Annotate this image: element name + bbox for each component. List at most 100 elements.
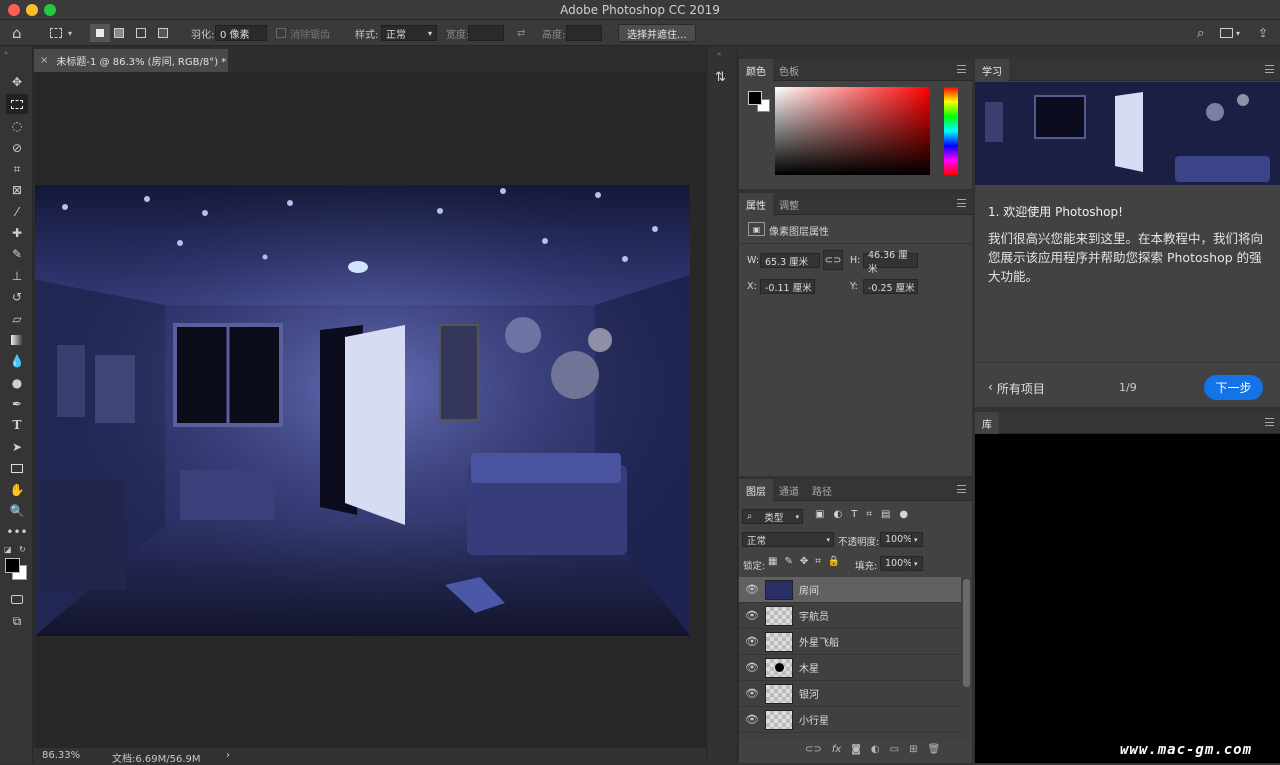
- visibility-eye-icon[interactable]: 👁: [739, 687, 765, 700]
- crop-tool-icon[interactable]: ⌗: [6, 159, 28, 179]
- add-mask-icon[interactable]: ◙: [851, 744, 861, 755]
- workspace-icon[interactable]: ▾: [1220, 24, 1240, 42]
- filter-toggle-icon[interactable]: ●: [899, 509, 908, 520]
- opacity-field[interactable]: 100%: [880, 532, 912, 547]
- history-brush-tool-icon[interactable]: ↺: [6, 287, 28, 307]
- new-layer-icon[interactable]: ⊞: [909, 744, 917, 755]
- quick-selection-tool-icon[interactable]: ⊘: [6, 138, 28, 158]
- type-filter-icon[interactable]: T: [851, 509, 857, 520]
- add-to-selection-icon[interactable]: [114, 24, 124, 42]
- lock-transparent-icon[interactable]: ▦: [768, 556, 777, 567]
- layers-scrollbar[interactable]: [963, 579, 970, 687]
- link-icon[interactable]: ⊂⊃: [823, 250, 843, 270]
- select-and-mask-button[interactable]: 选择并遮住...: [618, 24, 696, 42]
- style-select[interactable]: 正常 ▾: [381, 25, 437, 41]
- trash-icon[interactable]: 🗑: [928, 744, 941, 755]
- lock-artboard-icon[interactable]: ⌗: [815, 556, 821, 567]
- shape-filter-icon[interactable]: ⌗: [866, 509, 872, 520]
- height-field[interactable]: 46.36 厘米: [863, 250, 918, 275]
- next-button[interactable]: 下一步: [1204, 375, 1263, 400]
- layer-row[interactable]: 👁 宇航员: [739, 603, 961, 629]
- layer-row[interactable]: 👁 木星: [739, 655, 961, 681]
- more-tools-icon[interactable]: •••: [6, 522, 28, 542]
- healing-brush-tool-icon[interactable]: ✚: [6, 223, 28, 243]
- link-layers-icon[interactable]: ⊂⊃: [805, 744, 822, 755]
- visibility-eye-icon[interactable]: 👁: [739, 661, 765, 674]
- layer-row[interactable]: 👁 外星飞船: [739, 629, 961, 655]
- y-field[interactable]: -0.25 厘米: [863, 279, 918, 294]
- hue-slider[interactable]: [944, 87, 958, 175]
- document-canvas-image[interactable]: [35, 185, 690, 636]
- foreground-color-swatch[interactable]: [5, 558, 20, 573]
- new-selection-icon[interactable]: [90, 24, 110, 42]
- x-field[interactable]: -0.11 厘米: [760, 279, 815, 294]
- document-tab[interactable]: × 未标题-1 @ 86.3% (房间, RGB/8°) *: [34, 49, 228, 72]
- lasso-tool-icon[interactable]: ◌: [6, 116, 28, 136]
- blend-mode-select[interactable]: 正常 ▾: [742, 532, 834, 547]
- lock-all-icon[interactable]: 🔒: [828, 556, 840, 567]
- marquee-tool-icon[interactable]: [6, 94, 28, 114]
- all-items-link[interactable]: ‹ 所有项目: [988, 380, 1045, 397]
- eyedropper-tool-icon[interactable]: ⁄: [6, 202, 28, 222]
- width-input[interactable]: [468, 25, 504, 41]
- anti-alias-checkbox[interactable]: 消除锯齿: [276, 24, 330, 42]
- height-input[interactable]: [566, 25, 602, 41]
- history-panel-icon[interactable]: ⇅: [715, 70, 726, 85]
- width-field[interactable]: 65.3 厘米: [760, 253, 820, 268]
- rectangle-tool-icon[interactable]: [6, 458, 28, 478]
- fx-icon[interactable]: fx: [832, 744, 841, 755]
- swap-icon[interactable]: ⇄: [517, 24, 525, 42]
- gradient-tool-icon[interactable]: [6, 330, 28, 350]
- brush-tool-icon[interactable]: ✎: [6, 244, 28, 264]
- new-group-icon[interactable]: ▭: [890, 744, 899, 755]
- clone-stamp-tool-icon[interactable]: ⊥: [6, 266, 28, 286]
- adjustment-filter-icon[interactable]: ◐: [833, 509, 842, 520]
- lock-image-icon[interactable]: ✎: [784, 556, 792, 567]
- smart-object-filter-icon[interactable]: ▤: [881, 509, 890, 520]
- collapse-icon[interactable]: «: [717, 50, 721, 58]
- default-colors-icon[interactable]: ◪: [4, 545, 12, 554]
- tab-layers[interactable]: 图层: [739, 479, 773, 501]
- tab-color[interactable]: 颜色: [739, 59, 773, 81]
- tab-channels[interactable]: 通道: [772, 479, 806, 501]
- close-icon[interactable]: ×: [40, 55, 48, 66]
- path-selection-tool-icon[interactable]: ➤: [6, 437, 28, 457]
- panel-menu-icon[interactable]: [1265, 65, 1274, 73]
- tab-properties[interactable]: 属性: [739, 193, 773, 215]
- subtract-selection-icon[interactable]: [136, 24, 146, 42]
- marquee-preset-picker[interactable]: ▾: [50, 24, 72, 42]
- zoom-tool-icon[interactable]: 🔍: [6, 501, 28, 521]
- visibility-eye-icon[interactable]: 👁: [739, 635, 765, 648]
- lock-position-icon[interactable]: ✥: [800, 556, 808, 567]
- opacity-dropdown[interactable]: ▾: [911, 532, 923, 547]
- visibility-eye-icon[interactable]: 👁: [739, 713, 765, 726]
- screen-mode-icon[interactable]: ⧉: [6, 611, 28, 631]
- tab-library[interactable]: 库: [975, 412, 999, 434]
- panel-menu-icon[interactable]: [1265, 418, 1274, 426]
- adjustment-layer-icon[interactable]: ◐: [871, 744, 880, 755]
- tab-adjustments[interactable]: 调整: [772, 193, 806, 215]
- share-icon[interactable]: ⇪: [1258, 24, 1268, 42]
- visibility-eye-icon[interactable]: 👁: [739, 583, 765, 596]
- move-tool-icon[interactable]: ✥: [6, 72, 28, 92]
- chevron-right-icon[interactable]: ›: [226, 750, 230, 761]
- pixel-filter-icon[interactable]: ▣: [815, 509, 824, 520]
- fill-field[interactable]: 100%: [880, 556, 912, 571]
- panel-menu-icon[interactable]: [957, 485, 966, 493]
- layer-row[interactable]: 👁 房间: [739, 577, 961, 603]
- panel-menu-icon[interactable]: [957, 65, 966, 73]
- visibility-eye-icon[interactable]: 👁: [739, 609, 765, 622]
- home-icon[interactable]: ⌂: [12, 24, 22, 42]
- color-field[interactable]: [775, 87, 930, 175]
- foreground-color-swatch[interactable]: [748, 91, 762, 105]
- pen-tool-icon[interactable]: ✒: [6, 394, 28, 414]
- tab-learn[interactable]: 学习: [975, 59, 1009, 81]
- dodge-tool-icon[interactable]: ●: [6, 373, 28, 393]
- feather-input[interactable]: 0 像素: [215, 25, 267, 41]
- panel-menu-icon[interactable]: [957, 199, 966, 207]
- canvas-area[interactable]: [34, 72, 706, 748]
- layer-filter-select[interactable]: ⌕ 类型 ▾: [742, 509, 803, 524]
- swap-colors-icon[interactable]: ↻: [19, 545, 26, 554]
- type-tool-icon[interactable]: T: [6, 415, 28, 435]
- intersect-selection-icon[interactable]: [158, 24, 168, 42]
